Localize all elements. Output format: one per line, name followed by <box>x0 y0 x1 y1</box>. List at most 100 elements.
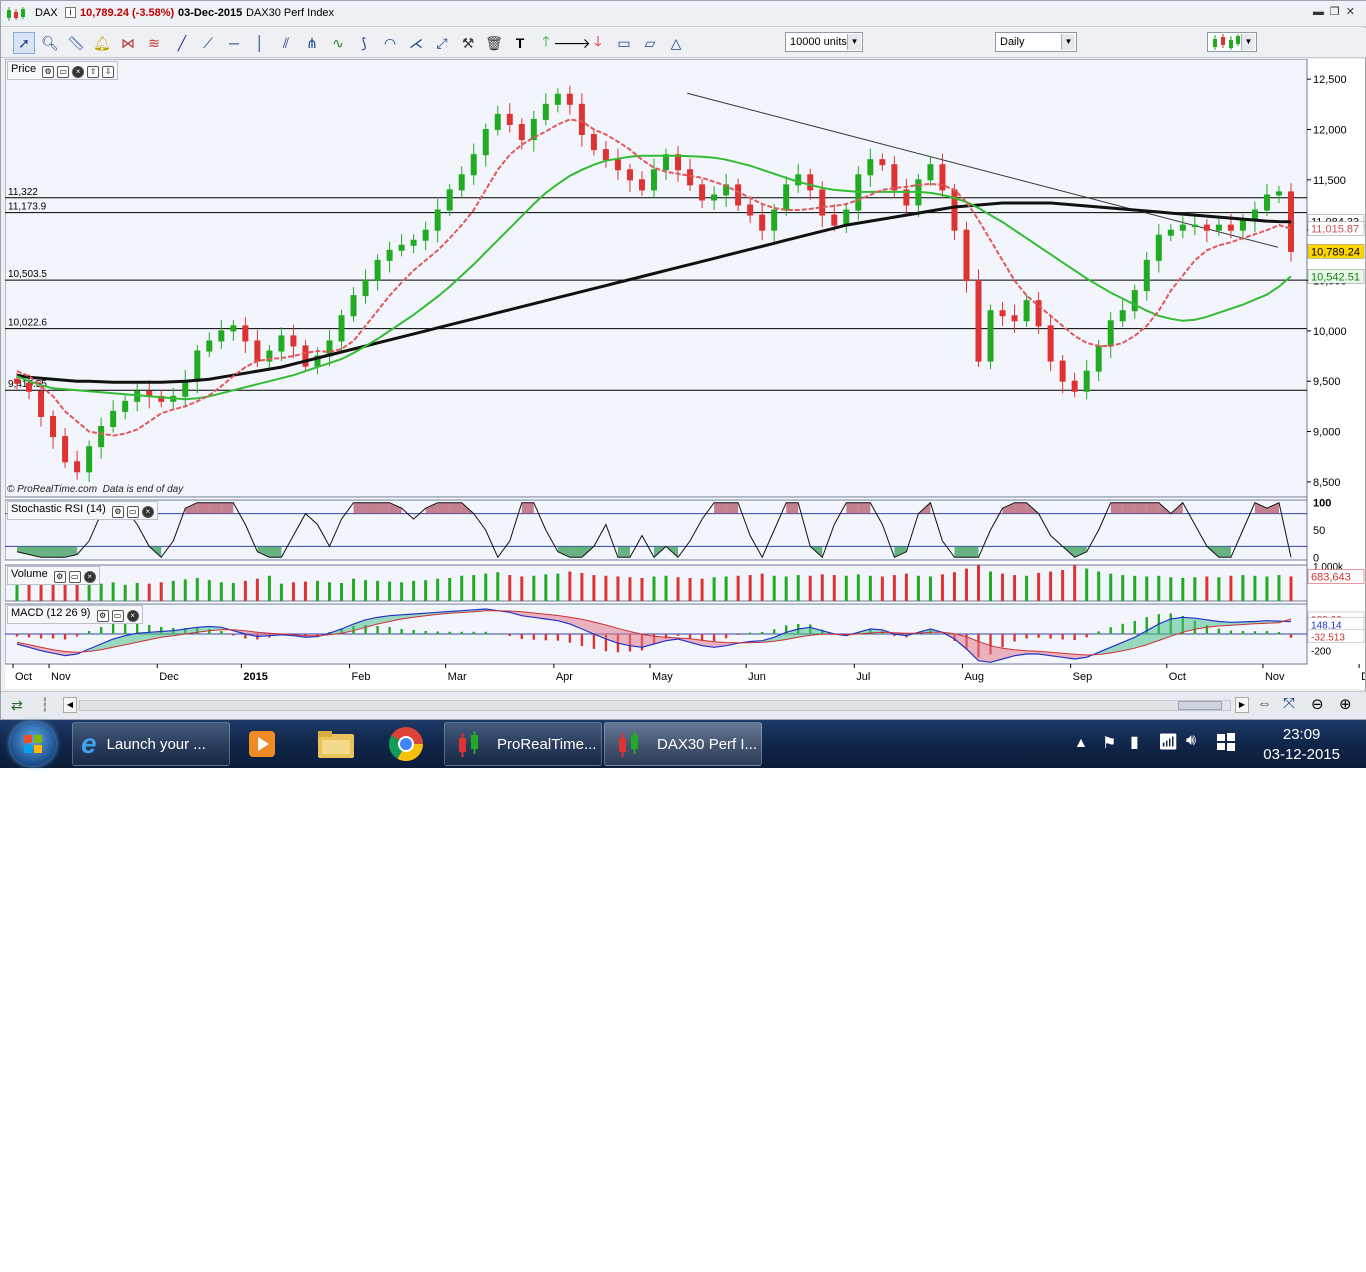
triangle-icon[interactable]: △ <box>665 32 687 54</box>
taskbar-dax-button[interactable]: DAX30 Perf I... <box>604 722 762 766</box>
wrench-icon[interactable]: ⚙ <box>111 506 124 518</box>
candle-body <box>362 280 369 297</box>
volume-bar <box>219 582 223 601</box>
volume-bar <box>424 580 428 601</box>
volume-bar <box>147 583 151 601</box>
battery-icon[interactable]: ▮ <box>1130 732 1139 752</box>
move-down-icon[interactable]: ⇩ <box>102 66 115 78</box>
fibonacci-retracement-icon[interactable]: ≋ <box>143 32 165 54</box>
volume-bar <box>303 581 307 601</box>
time-tick-label: 2015 <box>243 671 267 683</box>
close-icon[interactable]: ✕ <box>1346 6 1361 18</box>
volume-bar <box>1013 575 1017 601</box>
restore-icon[interactable]: ❐ <box>1330 6 1346 18</box>
close-icon[interactable]: × <box>72 66 85 78</box>
candle-body <box>14 378 21 384</box>
extend-line-icon[interactable]: ⤢ <box>431 32 453 54</box>
close-icon[interactable]: × <box>83 571 96 583</box>
move-up-icon[interactable]: ⇧ <box>87 66 100 78</box>
trash-icon[interactable]: 🗑︎ <box>483 32 505 54</box>
wrench-icon[interactable]: ⚙ <box>42 66 55 78</box>
zoom-in-icon[interactable]: ⊕ <box>1339 695 1352 713</box>
candle-body <box>506 113 513 125</box>
volume-bar <box>1217 577 1221 601</box>
info-icon[interactable]: i <box>65 7 76 18</box>
minimize-icon[interactable]: ▬ <box>1313 6 1330 18</box>
cycle-lines-icon[interactable]: ⋌ <box>405 32 427 54</box>
rectangle-icon[interactable]: ▭ <box>613 32 635 54</box>
time-tick-label: Sep <box>1073 671 1093 683</box>
maximize-icon[interactable]: ▭ <box>126 506 139 518</box>
sell-arrow-icon[interactable]: 🡓 <box>587 32 609 54</box>
macd-histogram-bar <box>1217 628 1221 635</box>
candle-body <box>927 164 934 181</box>
horizontal-scrollbar[interactable] <box>79 700 1231 711</box>
candle-body <box>398 244 405 251</box>
close-icon[interactable]: × <box>141 506 154 518</box>
volume-bar <box>940 574 944 601</box>
taskbar-clock[interactable]: 23:09 03-12-2015 <box>1263 725 1340 765</box>
maximize-icon[interactable]: ▭ <box>68 571 81 583</box>
stoch-overbought-fill <box>858 502 871 514</box>
right-arrow-icon[interactable]: 🡒 <box>553 32 591 54</box>
auto-scale-icon[interactable]: ⇔ <box>1257 695 1272 712</box>
action-center-flag-icon[interactable]: ⚑ <box>1102 733 1116 753</box>
stoch-overbought-fill <box>197 502 210 514</box>
units-dropdown[interactable]: 10000 units ▼ <box>785 32 863 52</box>
chrome-icon[interactable] <box>386 726 426 762</box>
show-hidden-icons-icon[interactable]: ▲ <box>1074 734 1088 750</box>
start-button[interactable] <box>10 722 56 766</box>
instrument-code[interactable]: DAX <box>35 7 58 19</box>
scroll-right-icon[interactable]: ▶ <box>1235 697 1249 713</box>
volume-speaker-icon[interactable]: 🔊︎ <box>1186 732 1196 750</box>
maximize-icon[interactable]: ▭ <box>57 66 70 78</box>
gann-fan-icon[interactable]: ⟆ <box>353 32 375 54</box>
ruler-icon[interactable]: 📏︎ <box>65 32 87 54</box>
candle-body <box>663 154 670 171</box>
trendline-icon[interactable]: ╱ <box>171 32 193 54</box>
horizontal-line-icon[interactable]: ─ <box>223 32 245 54</box>
scroll-left-icon[interactable]: ◀ <box>63 697 77 713</box>
macd-histogram-bar <box>220 631 223 635</box>
period-dropdown[interactable]: Daily ▼ <box>995 32 1077 52</box>
volume-bar <box>412 580 416 601</box>
file-explorer-icon[interactable] <box>316 726 356 762</box>
network-signal-icon[interactable]: 📶︎ <box>1158 732 1178 752</box>
taskbar-prorealtime-button[interactable]: ProRealTime... <box>444 722 602 766</box>
volume-bar <box>448 577 452 601</box>
zoom-out-icon[interactable]: ⊖ <box>1311 695 1324 713</box>
candle-body <box>86 446 93 473</box>
text-tool-icon[interactable]: T <box>509 32 531 54</box>
candle-body <box>38 390 45 417</box>
tools-icon[interactable]: ⚒ <box>457 32 479 54</box>
parallelogram-icon[interactable]: ▱ <box>639 32 661 54</box>
macd-histogram-bar <box>376 626 379 635</box>
alert-bell-icon[interactable]: 🔔︎ <box>91 32 113 54</box>
fibonacci-fan-icon[interactable]: ⋈ <box>117 32 139 54</box>
pointer-icon[interactable]: ➚ <box>13 32 35 54</box>
maximize-icon[interactable]: ▭ <box>111 610 124 622</box>
scrollbar-thumb[interactable] <box>1178 701 1222 710</box>
taskbar-ie-button[interactable]: e Launch your ... <box>72 722 230 766</box>
andrews-pitchfork-icon[interactable]: ⋔ <box>301 32 323 54</box>
wrench-icon[interactable]: ⚙ <box>53 571 66 583</box>
chart-area[interactable]: 12,50012,00011,50011,00010,50010,0009,50… <box>5 59 1365 689</box>
candle-body <box>566 93 573 105</box>
regression-channel-icon[interactable]: ∿ <box>327 32 349 54</box>
chart-type-dropdown[interactable]: ▼ <box>1207 32 1257 52</box>
macd-histogram-bar <box>736 634 740 635</box>
chart-sync-icon[interactable]: ⇄ <box>11 697 23 714</box>
arc-icon[interactable]: ◠ <box>379 32 401 54</box>
wrench-icon[interactable]: ⚙ <box>96 610 109 622</box>
ray-line-icon[interactable]: ⟋ <box>197 32 219 54</box>
fit-chart-icon[interactable]: ⤧ <box>1283 695 1295 712</box>
windows-flag-icon[interactable] <box>1216 732 1236 755</box>
stoch-overbought-fill <box>377 502 390 514</box>
chart-svg[interactable]: 12,50012,00011,50011,00010,50010,0009,50… <box>5 59 1365 689</box>
channel-icon[interactable]: ⫽ <box>275 32 297 54</box>
vertical-line-icon[interactable]: │ <box>249 32 271 54</box>
volume-bar <box>832 575 836 601</box>
close-icon[interactable]: × <box>126 610 139 622</box>
media-player-icon[interactable] <box>242 726 282 762</box>
zoom-icon[interactable]: 🔍︎ <box>39 32 61 54</box>
